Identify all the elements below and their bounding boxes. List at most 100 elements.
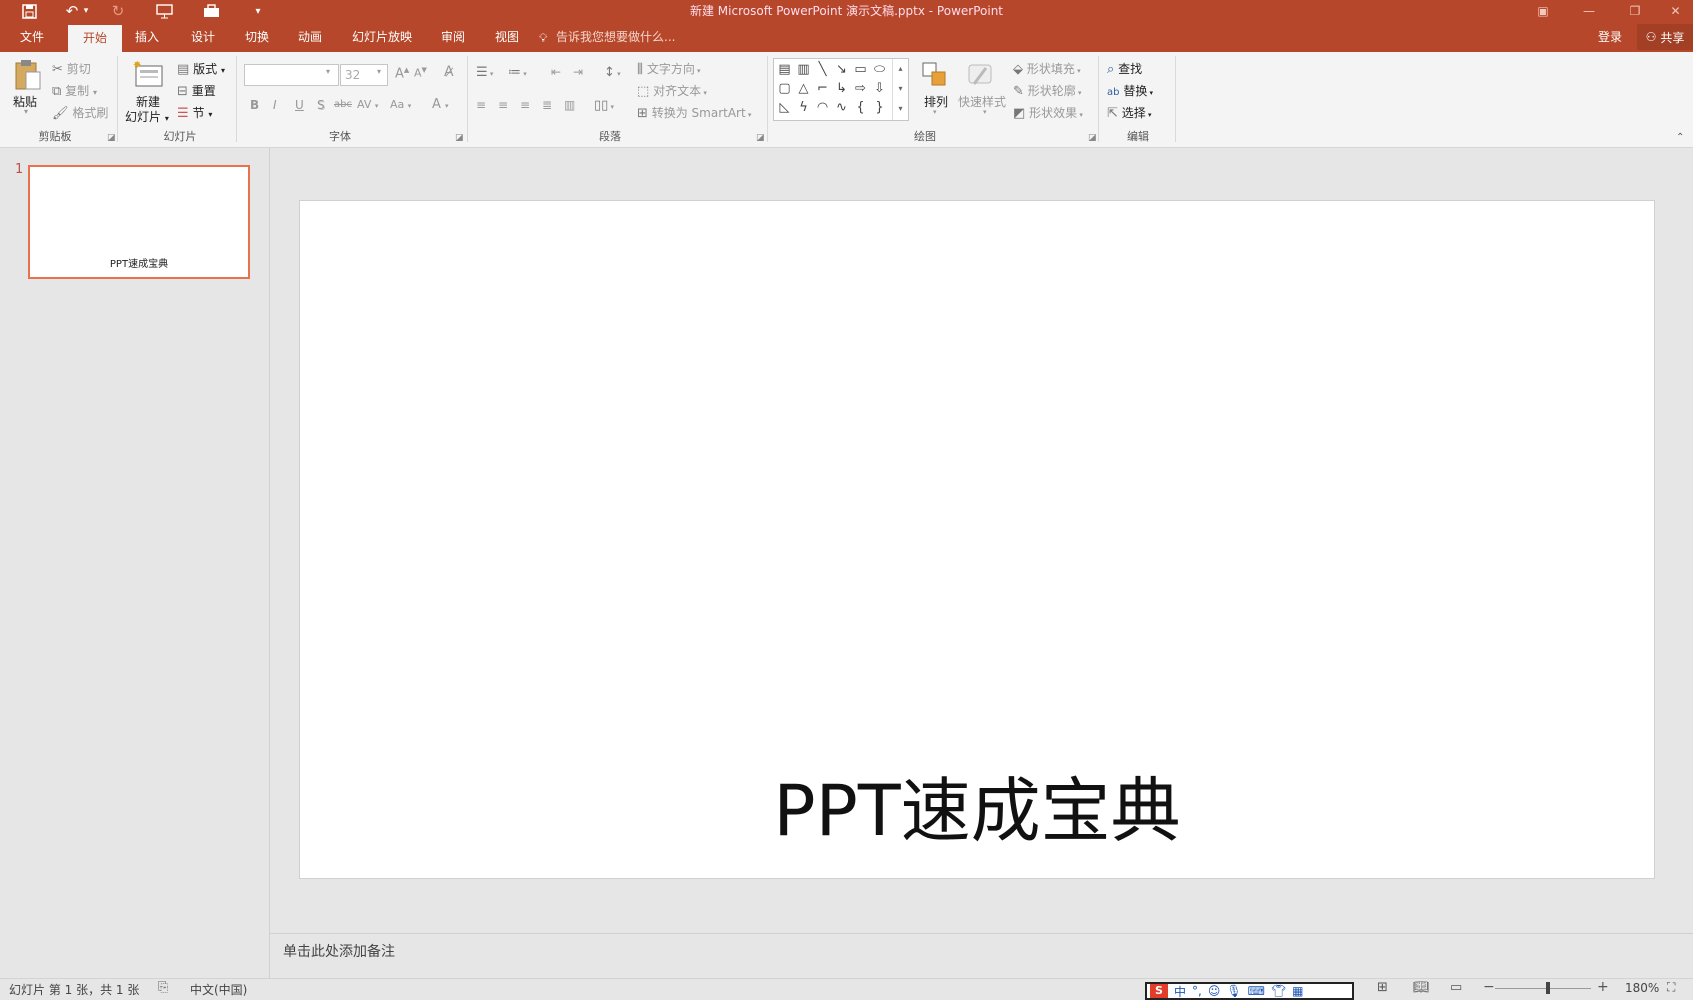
left-brace-shape-icon[interactable]: {	[852, 99, 869, 116]
shape-effects-button[interactable]: ◩ 形状效果 ▾	[1013, 104, 1083, 121]
language-status[interactable]: 中文(中国)	[190, 981, 247, 998]
right-arrow-shape-icon[interactable]: ⇨	[852, 80, 869, 97]
arrange-dropdown-icon[interactable]: ▾	[933, 108, 937, 116]
font-name-select[interactable]	[244, 64, 339, 86]
replace-button[interactable]: ab 替换 ▾	[1107, 82, 1153, 99]
clipboard-icon[interactable]	[12, 58, 42, 94]
decrease-indent-icon[interactable]: ⇤	[551, 65, 561, 79]
italic-button[interactable]: I	[273, 98, 277, 112]
arc-shape-icon[interactable]: ◠	[814, 99, 831, 116]
freeform-shape-icon[interactable]: ◺	[776, 99, 793, 116]
microphone-icon[interactable]: 🎙︎	[1226, 984, 1241, 998]
zoom-percent[interactable]: 180%	[1625, 981, 1659, 995]
zoom-out-icon[interactable]: −	[1483, 979, 1495, 995]
quick-styles-icon[interactable]	[966, 60, 996, 93]
redo-icon[interactable]: ↻	[104, 0, 132, 22]
triangle-shape-icon[interactable]: △	[795, 80, 812, 97]
tab-animations[interactable]: 动画	[287, 22, 333, 52]
elbow-arrow-shape-icon[interactable]: ↳	[833, 80, 850, 97]
normal-view-icon[interactable]: ⊞	[1377, 980, 1388, 995]
tab-transitions[interactable]: 切换	[234, 22, 280, 52]
lightning-shape-icon[interactable]: ϟ	[795, 99, 812, 116]
increase-indent-icon[interactable]: ⇥	[573, 65, 583, 79]
present-from-start-icon[interactable]	[150, 0, 178, 22]
vertical-textbox-shape-icon[interactable]: ▥	[795, 61, 812, 78]
distributed-icon[interactable]: ▥	[564, 98, 575, 112]
cut-button[interactable]: ✂ 剪切	[52, 60, 91, 77]
tab-design[interactable]: 设计	[180, 22, 226, 52]
ribbon-display-icon[interactable]: ▣	[1520, 0, 1566, 22]
tab-review[interactable]: 审阅	[430, 22, 476, 52]
reading-view-icon[interactable]: 📖︎	[1413, 980, 1430, 995]
undo-dropdown-icon[interactable]: ▾	[78, 0, 94, 22]
justify-icon[interactable]: ≣	[542, 98, 552, 112]
new-slide-dropdown[interactable]: 幻灯片 ▾	[125, 108, 169, 125]
oval-shape-icon[interactable]: ⬭	[871, 61, 888, 78]
new-slide-icon[interactable]: ✸	[133, 59, 165, 92]
shrink-font-icon[interactable]: A▼	[414, 66, 427, 80]
close-icon[interactable]: ✕	[1658, 0, 1693, 22]
quick-styles-dropdown-icon[interactable]: ▾	[983, 108, 987, 116]
fit-slide-icon[interactable]: ⛶	[1667, 980, 1675, 995]
keyboard-icon[interactable]: ⌨	[1248, 984, 1265, 998]
customize-qat-icon[interactable]: ▾	[244, 0, 272, 22]
minimize-icon[interactable]: —	[1566, 0, 1612, 22]
char-spacing-button[interactable]: AV ▾	[357, 98, 378, 111]
change-case-button[interactable]: Aa ▾	[390, 98, 411, 111]
arrange-icon[interactable]	[920, 60, 950, 93]
tab-insert[interactable]: 插入	[124, 22, 170, 52]
skin-icon[interactable]: 👕︎	[1271, 984, 1286, 998]
tab-file[interactable]: 文件	[8, 22, 56, 52]
slide-count-status[interactable]: 幻灯片 第 1 张，共 1 张	[9, 981, 139, 998]
shadow-button[interactable]: S	[317, 98, 325, 112]
underline-button[interactable]: U	[295, 98, 304, 112]
clear-formatting-icon[interactable]: A̷	[444, 64, 454, 80]
tab-home[interactable]: 开始	[68, 25, 122, 52]
shape-outline-button[interactable]: ✎ 形状轮廓 ▾	[1013, 82, 1082, 99]
zoom-slider-thumb[interactable]	[1545, 982, 1550, 994]
copy-button[interactable]: ⧉ 复制 ▾	[52, 82, 97, 99]
text-direction-button[interactable]: ⫼ 文字方向 ▾	[637, 60, 701, 77]
section-button[interactable]: ☰ 节 ▾	[177, 104, 212, 121]
font-color-button[interactable]: A ▾	[432, 97, 449, 112]
tab-slideshow[interactable]: 幻灯片放映	[344, 22, 420, 52]
numbering-button[interactable]: ≔ ▾	[508, 65, 527, 80]
zoom-slider-track[interactable]	[1495, 988, 1591, 989]
down-arrow-shape-icon[interactable]: ⇩	[871, 80, 888, 97]
zoom-in-icon[interactable]: +	[1597, 979, 1609, 995]
align-right-icon[interactable]: ≡	[520, 98, 530, 112]
ime-toolbar[interactable]: S 中 °, ☺ 🎙︎ ⌨ 👕︎ ▦	[1145, 982, 1354, 1000]
line-shape-icon[interactable]: ╲	[814, 61, 831, 78]
bullets-button[interactable]: ☰ ▾	[476, 65, 493, 80]
reset-button[interactable]: ⊟ 重置	[177, 82, 216, 99]
rounded-rect-shape-icon[interactable]: ▢	[776, 80, 793, 97]
quick-styles-button[interactable]: 快速样式	[958, 93, 1006, 110]
collapse-ribbon-icon[interactable]: ⌃	[1676, 132, 1684, 143]
paste-dropdown-icon[interactable]: ▾	[24, 107, 28, 116]
spellcheck-icon[interactable]: ⎘	[158, 980, 168, 995]
right-brace-shape-icon[interactable]: }	[871, 99, 888, 116]
shape-fill-button[interactable]: ⬙ 形状填充 ▾	[1013, 60, 1081, 77]
smartart-button[interactable]: ⊞ 转换为 SmartArt ▾	[637, 104, 751, 121]
tell-me-search[interactable]: 告诉我您想要做什么...	[556, 22, 686, 52]
notes-placeholder[interactable]: 单击此处添加备注	[283, 941, 395, 961]
drawing-launcher-icon[interactable]: ◪	[1088, 133, 1097, 143]
paragraph-launcher-icon[interactable]: ◪	[756, 133, 765, 143]
align-center-icon[interactable]: ≡	[498, 98, 508, 112]
strikethrough-button[interactable]: abc	[334, 99, 352, 110]
clipboard-launcher-icon[interactable]: ◪	[107, 133, 116, 143]
emoji-icon[interactable]: ☺	[1208, 984, 1221, 998]
slide-title-text[interactable]: PPT速成宝典	[299, 755, 1655, 856]
format-painter-button[interactable]: 🖌︎ 格式刷	[52, 104, 108, 121]
save-icon[interactable]	[15, 0, 43, 22]
punctuation-icon[interactable]: °,	[1192, 984, 1202, 998]
shapes-gallery[interactable]: ▤ ▥ ╲ ↘ ▭ ⬭ ▢ △ ⌐ ↳ ⇨ ⇩ ◺ ϟ ◠ ∿ { } ▴ ▾ ▾	[773, 58, 909, 121]
font-size-dropdown-icon[interactable]: ▾	[377, 67, 381, 76]
rectangle-shape-icon[interactable]: ▭	[852, 61, 869, 78]
restore-icon[interactable]: ❐	[1612, 0, 1658, 22]
select-button[interactable]: ⇱ 选择 ▾	[1107, 104, 1152, 121]
find-button[interactable]: ⌕ 查找	[1107, 60, 1142, 77]
textbox-shape-icon[interactable]: ▤	[776, 61, 793, 78]
arrow-line-shape-icon[interactable]: ↘	[833, 61, 850, 78]
font-name-dropdown-icon[interactable]: ▾	[326, 67, 330, 76]
